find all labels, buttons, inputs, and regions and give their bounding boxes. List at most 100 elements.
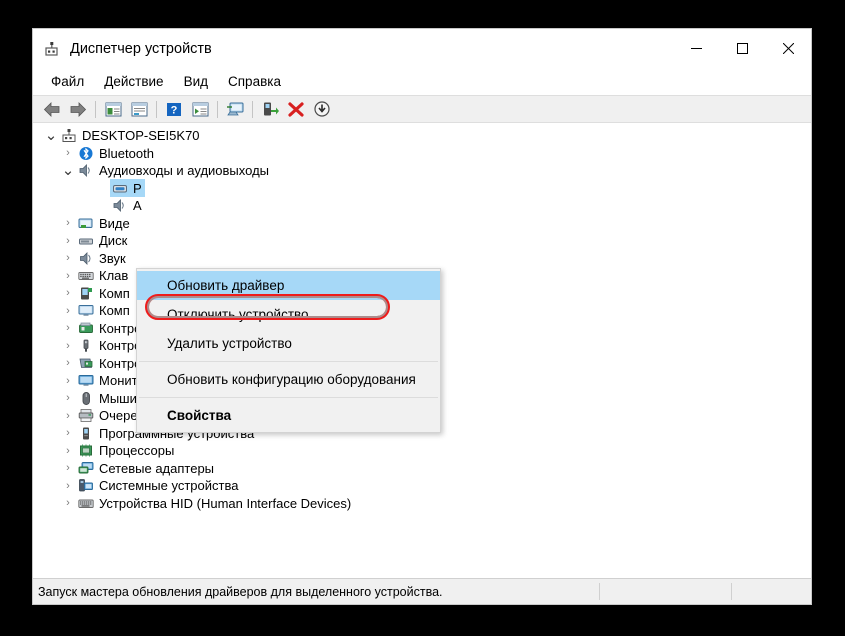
tree-node-label-wrap[interactable]: Процессоры	[76, 442, 177, 460]
chevron-down-icon[interactable]: ⌄	[60, 163, 76, 179]
close-button[interactable]	[765, 29, 811, 68]
toolbar-properties[interactable]	[126, 98, 152, 121]
tree-node-label: Клав	[99, 268, 129, 284]
toolbar-console-tree[interactable]	[100, 98, 126, 121]
tree-node-label: Звук	[99, 250, 126, 266]
toolbar-separator	[252, 100, 253, 118]
tree-node-label: Р	[133, 180, 142, 196]
maximize-button[interactable]	[719, 29, 765, 68]
tree-node-label-wrap[interactable]: А	[110, 197, 145, 215]
chevron-right-icon[interactable]: ›	[60, 215, 76, 231]
chevron-right-icon[interactable]: ›	[60, 320, 76, 336]
toolbar-forward[interactable]	[65, 98, 91, 121]
chevron-right-icon[interactable]: ›	[60, 233, 76, 249]
tree-node-label: Процессоры	[99, 443, 175, 459]
tree-node[interactable]: › Bluetooth	[33, 145, 811, 163]
status-pane-3	[731, 583, 811, 600]
context-menu[interactable]: Обновить драйвер Отключить устройство Удал…	[136, 268, 441, 433]
toolbar-help[interactable]: ?	[161, 98, 187, 121]
storage-controller-icon	[77, 355, 94, 371]
tree-node[interactable]: › Звук	[33, 250, 811, 268]
svg-text:?: ?	[171, 104, 178, 116]
tree-node-label: Сетевые адаптеры	[99, 460, 215, 476]
ctx-update-driver[interactable]: Обновить драйвер	[137, 271, 440, 300]
chevron-right-icon[interactable]: ›	[60, 495, 76, 511]
minimize-button[interactable]	[673, 29, 719, 68]
window-controls	[673, 29, 811, 68]
tree-node[interactable]: › Сетевые адаптеры	[33, 460, 811, 478]
tree-node[interactable]: ⌄ Аудиовходы и аудиовыходы	[33, 162, 811, 180]
toolbar-update-driver[interactable]	[187, 98, 213, 121]
chevron-right-icon[interactable]: ›	[60, 425, 76, 441]
computer-monitor-icon	[77, 303, 94, 319]
title-bar: Диспетчер устройств	[33, 29, 811, 68]
tree-node[interactable]: ›Р	[33, 179, 811, 198]
chevron-right-icon[interactable]: ›	[60, 355, 76, 371]
ctx-scan-hardware-changes[interactable]: Обновить конфигурацию оборудования	[137, 365, 440, 394]
tree-node-label: Устройства HID (Human Interface Devices)	[99, 495, 352, 511]
context-menu-separator	[139, 397, 438, 398]
tree-node-label-wrap[interactable]: Звук	[76, 249, 129, 267]
menu-file[interactable]: Файл	[41, 71, 94, 92]
menu-bar: Файл Действие Вид Справка	[33, 68, 811, 95]
chevron-right-icon[interactable]: ›	[60, 303, 76, 319]
device-manager-window: Диспетчер устройств Файл Действие Вид Сп…	[32, 28, 812, 605]
processor-icon	[77, 443, 94, 459]
tree-node-label-wrap[interactable]: Сетевые адаптеры	[76, 459, 217, 477]
tree-node-label-wrap[interactable]: Системные устройства	[76, 477, 241, 495]
chevron-right-icon[interactable]: ›	[60, 145, 76, 161]
tree-node-label-wrap[interactable]: Диск	[76, 232, 130, 250]
usb-icon	[77, 338, 94, 354]
tree-node[interactable]: › Диск	[33, 232, 811, 250]
chevron-right-icon[interactable]: ›	[60, 268, 76, 284]
chevron-right-icon[interactable]: ›	[60, 443, 76, 459]
tree-node-label: Аудиовходы и аудиовыходы	[99, 163, 269, 179]
toolbar-download[interactable]	[309, 98, 335, 121]
printer-icon	[77, 408, 94, 424]
chevron-right-icon[interactable]: ›	[60, 285, 76, 301]
tree-node[interactable]: › Устройства HID (Human Interface Devices…	[33, 495, 811, 513]
chevron-right-icon[interactable]: ›	[60, 390, 76, 406]
menu-action[interactable]: Действие	[94, 71, 173, 92]
chevron-right-icon[interactable]: ›	[60, 460, 76, 476]
tree-node[interactable]: ›А	[33, 197, 811, 215]
tree-node-label-wrap[interactable]: Р	[110, 179, 145, 198]
disk-drive-icon	[77, 233, 94, 249]
tree-node-label-wrap[interactable]: Аудиовходы и аудиовыходы	[76, 162, 272, 180]
tree-node-label: Комп	[99, 285, 130, 301]
chevron-right-icon[interactable]: ›	[60, 478, 76, 494]
tree-node-label-wrap[interactable]: Bluetooth	[76, 144, 157, 162]
toolbar-enable-device[interactable]	[257, 98, 283, 121]
tree-node[interactable]: › Системные устройства	[33, 477, 811, 495]
status-bar: Запуск мастера обновления драйверов для …	[33, 578, 811, 604]
tree-node-label-wrap[interactable]: DESKTOP-SEI5K70	[59, 127, 203, 145]
chevron-right-icon[interactable]: ›	[60, 408, 76, 424]
chevron-down-icon[interactable]: ⌄	[43, 128, 59, 144]
tree-node-label-wrap[interactable]: Комп	[76, 284, 133, 302]
tree-node-label: Диск	[99, 233, 128, 249]
chevron-right-icon[interactable]: ›	[60, 373, 76, 389]
tree-node-label-wrap[interactable]: Клав	[76, 267, 131, 285]
portable-device-icon	[77, 285, 94, 301]
toolbar-uninstall-device[interactable]	[283, 98, 309, 121]
context-menu-item-label: Свойства	[167, 408, 232, 423]
tree-node-label: Bluetooth	[99, 145, 154, 161]
ctx-disable-device[interactable]: Отключить устройство	[137, 300, 440, 329]
monitor-icon	[77, 373, 94, 389]
tree-node-label-wrap[interactable]: Комп	[76, 302, 133, 320]
tree-node-label-wrap[interactable]: Виде	[76, 214, 133, 232]
chevron-right-icon[interactable]: ›	[60, 250, 76, 266]
tree-node[interactable]: › Процессоры	[33, 442, 811, 460]
toolbar-scan-hardware[interactable]	[222, 98, 248, 121]
menu-help[interactable]: Справка	[218, 71, 291, 92]
tree-node-label: А	[133, 198, 142, 214]
menu-view[interactable]: Вид	[174, 71, 218, 92]
chevron-right-icon[interactable]: ›	[60, 338, 76, 354]
ctx-uninstall-device[interactable]: Удалить устройство	[137, 329, 440, 358]
ctx-properties[interactable]: Свойства	[137, 401, 440, 430]
tree-node[interactable]: › Виде	[33, 215, 811, 233]
tree-node-label-wrap[interactable]: Устройства HID (Human Interface Devices)	[76, 494, 354, 512]
tree-node[interactable]: ⌄ DESKTOP-SEI5K70	[33, 127, 811, 145]
toolbar-back[interactable]	[39, 98, 65, 121]
tree-node-label: Системные устройства	[99, 478, 239, 494]
